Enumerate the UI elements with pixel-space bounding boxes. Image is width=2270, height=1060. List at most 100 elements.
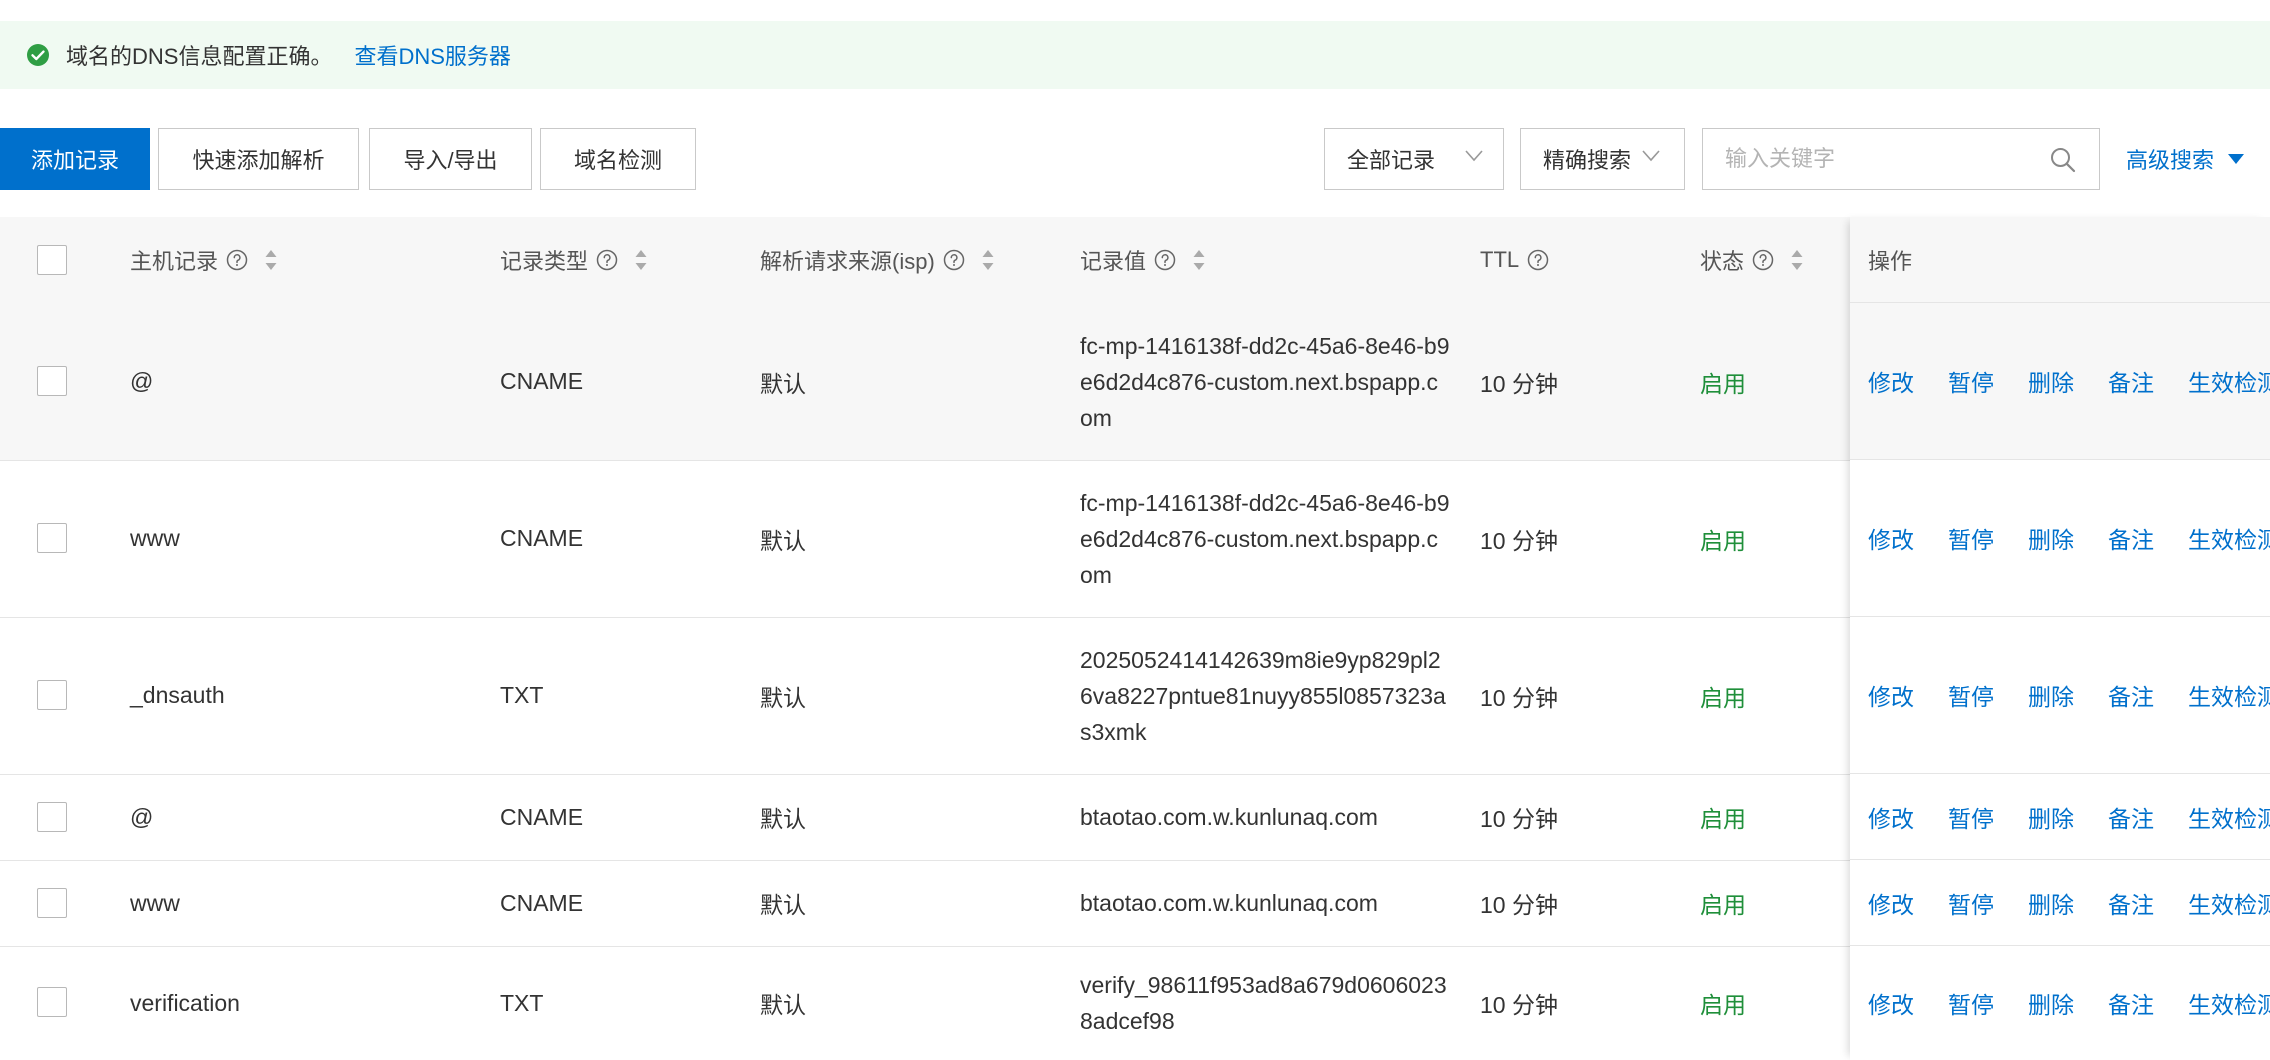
row-checkbox[interactable]	[37, 366, 67, 396]
isp-cell: 默认	[760, 992, 806, 1018]
row-checkbox[interactable]	[37, 888, 67, 918]
ops-cell: 修改 暂停 删除 备注 生效检测	[1850, 617, 2270, 774]
sort-icon[interactable]	[634, 248, 648, 272]
search-mode-select[interactable]: 精确搜索	[1520, 128, 1685, 190]
chevron-down-icon	[1465, 150, 1483, 162]
effect-check-link[interactable]: 生效检测	[2188, 364, 2270, 398]
isp-cell: 默认	[760, 806, 806, 832]
remark-link[interactable]: 备注	[2108, 521, 2154, 555]
chevron-down-icon	[1642, 150, 1660, 162]
banner-message: 域名的DNS信息配置正确。	[66, 44, 333, 69]
remark-link[interactable]: 备注	[2108, 364, 2154, 398]
advanced-search-toggle[interactable]: 高级搜索	[2126, 128, 2245, 190]
edit-link[interactable]: 修改	[1868, 678, 1914, 712]
keyword-search	[1702, 128, 2100, 190]
remark-link[interactable]: 备注	[2108, 886, 2154, 920]
record-value: fc-mp-1416138f-dd2c-45a6-8e46-b9e6d2d4c8…	[1080, 332, 1450, 431]
remark-link[interactable]: 备注	[2108, 986, 2154, 1020]
col-status: 状态	[1700, 217, 1804, 303]
pause-link[interactable]: 暂停	[1948, 800, 1994, 834]
sort-icon[interactable]	[1192, 248, 1206, 272]
delete-link[interactable]: 删除	[2028, 986, 2074, 1020]
status-cell: 启用	[1700, 527, 1746, 554]
advanced-search-label: 高级搜索	[2126, 148, 2215, 173]
add-record-button[interactable]: 添加记录	[0, 128, 150, 190]
ttl-cell: 10 分钟	[1480, 806, 1558, 832]
type-cell: CNAME	[500, 525, 584, 551]
col-isp-label: 解析请求来源(isp)	[760, 249, 935, 274]
record-filter-value: 全部记录	[1347, 148, 1436, 173]
ttl-cell: 10 分钟	[1480, 527, 1558, 554]
type-cell: CNAME	[500, 889, 584, 916]
col-host-label: 主机记录	[130, 249, 219, 274]
pause-link[interactable]: 暂停	[1948, 678, 1994, 712]
isp-cell: 默认	[760, 892, 806, 918]
keyword-search-input[interactable]	[1703, 129, 2043, 189]
value-cell: 2025052414142639m8ie9yp829pl26va8227pntu…	[1080, 617, 1450, 774]
type-cell: CNAME	[500, 368, 584, 394]
col-type: 记录类型	[500, 217, 648, 303]
row-checkbox[interactable]	[37, 802, 67, 832]
pause-link[interactable]: 暂停	[1948, 521, 1994, 555]
delete-link[interactable]: 删除	[2028, 364, 2074, 398]
effect-check-link[interactable]: 生效检测	[2188, 800, 2270, 834]
ttl-cell: 10 分钟	[1480, 992, 1558, 1018]
edit-link[interactable]: 修改	[1868, 986, 1914, 1020]
effect-check-link[interactable]: 生效检测	[2188, 886, 2270, 920]
view-dns-servers-link[interactable]: 查看DNS服务器	[354, 39, 510, 71]
quick-add-button[interactable]: 快速添加解析	[158, 128, 359, 190]
help-icon[interactable]	[1752, 249, 1774, 271]
remark-link[interactable]: 备注	[2108, 678, 2154, 712]
delete-link[interactable]: 删除	[2028, 521, 2074, 555]
col-isp: 解析请求来源(isp)	[760, 217, 995, 303]
effect-check-link[interactable]: 生效检测	[2188, 986, 2270, 1020]
pause-link[interactable]: 暂停	[1948, 886, 1994, 920]
remark-link[interactable]: 备注	[2108, 800, 2154, 834]
record-value: btaotao.com.w.kunlunaq.com	[1080, 890, 1378, 916]
col-ttl: TTL	[1480, 217, 1549, 303]
record-value: fc-mp-1416138f-dd2c-45a6-8e46-b9e6d2d4c8…	[1080, 489, 1450, 588]
help-icon[interactable]	[943, 249, 965, 271]
delete-link[interactable]: 删除	[2028, 678, 2074, 712]
col-type-label: 记录类型	[500, 249, 589, 274]
edit-link[interactable]: 修改	[1868, 800, 1914, 834]
row-checkbox[interactable]	[37, 523, 67, 553]
search-mode-value: 精确搜索	[1543, 148, 1632, 173]
sort-icon[interactable]	[1790, 248, 1804, 272]
help-icon[interactable]	[1527, 249, 1549, 271]
edit-link[interactable]: 修改	[1868, 521, 1914, 555]
effect-check-link[interactable]: 生效检测	[2188, 521, 2270, 555]
record-filter-select[interactable]: 全部记录	[1324, 128, 1504, 190]
ttl-cell: 10 分钟	[1480, 370, 1558, 397]
edit-link[interactable]: 修改	[1868, 886, 1914, 920]
help-icon[interactable]	[1154, 249, 1176, 271]
select-all-checkbox[interactable]	[37, 245, 67, 275]
domain-check-button[interactable]: 域名检测	[540, 128, 696, 190]
ops-header: 操作	[1850, 217, 2270, 303]
delete-link[interactable]: 删除	[2028, 886, 2074, 920]
sort-icon[interactable]	[264, 248, 278, 272]
value-cell: fc-mp-1416138f-dd2c-45a6-8e46-b9e6d2d4c8…	[1080, 303, 1450, 460]
isp-cell: 默认	[760, 684, 806, 711]
pause-link[interactable]: 暂停	[1948, 364, 1994, 398]
edit-link[interactable]: 修改	[1868, 364, 1914, 398]
search-icon[interactable]	[2049, 146, 2077, 174]
col-ttl-label: TTL	[1480, 247, 1520, 272]
status-cell: 启用	[1700, 370, 1746, 397]
effect-check-link[interactable]: 生效检测	[2188, 678, 2270, 712]
col-ops-label: 操作	[1868, 248, 1913, 274]
status-cell: 启用	[1700, 684, 1746, 711]
value-cell: btaotao.com.w.kunlunaq.com	[1080, 774, 1450, 860]
type-cell: TXT	[500, 989, 544, 1016]
caret-down-icon	[2228, 154, 2245, 164]
delete-link[interactable]: 删除	[2028, 800, 2074, 834]
pause-link[interactable]: 暂停	[1948, 986, 1994, 1020]
help-icon[interactable]	[596, 249, 618, 271]
sort-icon[interactable]	[981, 248, 995, 272]
import-export-button[interactable]: 导入/导出	[369, 128, 532, 190]
help-icon[interactable]	[226, 249, 248, 271]
row-checkbox[interactable]	[37, 987, 67, 1017]
row-checkbox[interactable]	[37, 680, 67, 710]
ops-cell: 修改 暂停 删除 备注 生效检测	[1850, 860, 2270, 946]
host-cell: @	[130, 368, 154, 394]
